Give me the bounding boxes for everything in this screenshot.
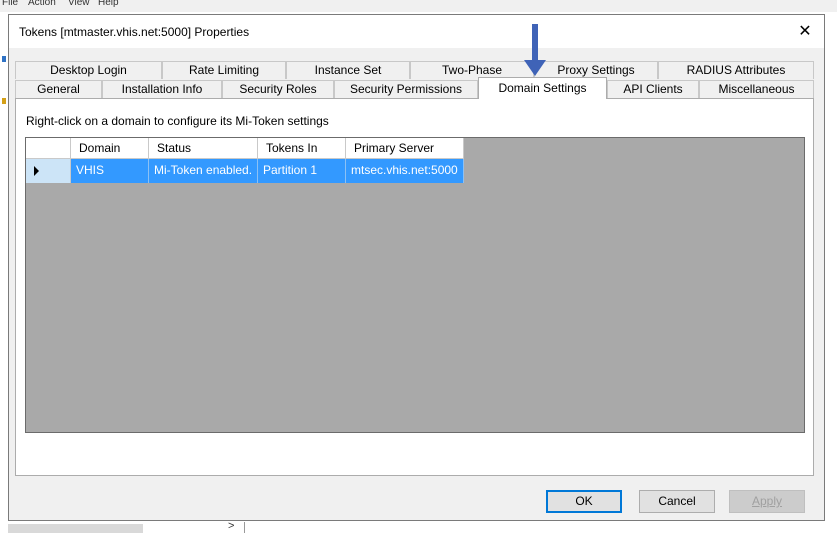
- close-button[interactable]: ✕: [790, 19, 820, 45]
- instruction-text: Right-click on a domain to configure its…: [26, 114, 329, 128]
- menu-item-action[interactable]: Action: [28, 0, 56, 8]
- down-arrow-icon: [524, 24, 546, 76]
- tab-security-roles[interactable]: Security Roles: [222, 80, 334, 98]
- background-menubar: File Action View Help: [0, 0, 837, 12]
- grid-corner-cell: [26, 138, 71, 159]
- tab-security-permissions[interactable]: Security Permissions: [334, 80, 478, 98]
- background-tree-strip: [0, 12, 8, 522]
- menu-item-help[interactable]: Help: [98, 0, 119, 8]
- close-icon: ✕: [798, 23, 812, 40]
- row-header[interactable]: [26, 159, 71, 183]
- triangle-right-icon: [34, 166, 39, 176]
- tab-row-bottom: General Installation Info Security Roles…: [15, 77, 814, 99]
- cell-domain[interactable]: VHIS: [71, 159, 149, 183]
- menu-item-view[interactable]: View: [68, 0, 90, 8]
- tab-domain-settings[interactable]: Domain Settings: [478, 77, 607, 99]
- apply-button[interactable]: Apply: [729, 490, 805, 513]
- apply-button-label: Apply: [751, 494, 783, 508]
- divider: [244, 522, 245, 533]
- ok-button[interactable]: OK: [546, 490, 622, 513]
- tab-general[interactable]: General: [15, 80, 102, 98]
- dialog-titlebar[interactable]: Tokens [mtmaster.vhis.net:5000] Properti…: [9, 15, 824, 48]
- tab-miscellaneous[interactable]: Miscellaneous: [699, 80, 814, 98]
- background-statusbar: >: [8, 520, 837, 533]
- cell-status[interactable]: Mi-Token enabled.: [149, 159, 258, 183]
- column-header-status[interactable]: Status: [149, 138, 258, 159]
- cancel-button[interactable]: Cancel: [639, 490, 715, 513]
- chevron-right-icon[interactable]: >: [228, 520, 234, 532]
- horizontal-scrollbar[interactable]: [8, 524, 143, 533]
- domain-settings-panel: Right-click on a domain to configure its…: [15, 98, 814, 476]
- properties-dialog: Tokens [mtmaster.vhis.net:5000] Properti…: [8, 14, 825, 521]
- column-header-domain[interactable]: Domain: [71, 138, 149, 159]
- tab-radius-attributes[interactable]: RADIUS Attributes: [658, 61, 814, 79]
- tree-node-icon: [2, 98, 6, 104]
- column-header-primary-server[interactable]: Primary Server: [346, 138, 464, 159]
- tab-rate-limiting[interactable]: Rate Limiting: [162, 61, 286, 79]
- column-header-tokens-in[interactable]: Tokens In: [258, 138, 346, 159]
- tab-api-clients[interactable]: API Clients: [607, 80, 699, 98]
- menu-item-file[interactable]: File: [2, 0, 18, 8]
- tree-node-icon: [2, 56, 6, 62]
- domains-grid[interactable]: Domain Status Tokens In Primary Server V…: [25, 137, 805, 433]
- tab-instance-set[interactable]: Instance Set: [286, 61, 410, 79]
- cell-primary-server[interactable]: mtsec.vhis.net:5000: [346, 159, 464, 183]
- dialog-title: Tokens [mtmaster.vhis.net:5000] Properti…: [19, 25, 250, 39]
- tab-row-top: Desktop Login Rate Limiting Instance Set…: [15, 61, 814, 79]
- cell-tokens-in[interactable]: Partition 1: [258, 159, 346, 183]
- tab-installation-info[interactable]: Installation Info: [102, 80, 222, 98]
- background-right-edge: [826, 12, 837, 522]
- tab-desktop-login[interactable]: Desktop Login: [15, 61, 162, 79]
